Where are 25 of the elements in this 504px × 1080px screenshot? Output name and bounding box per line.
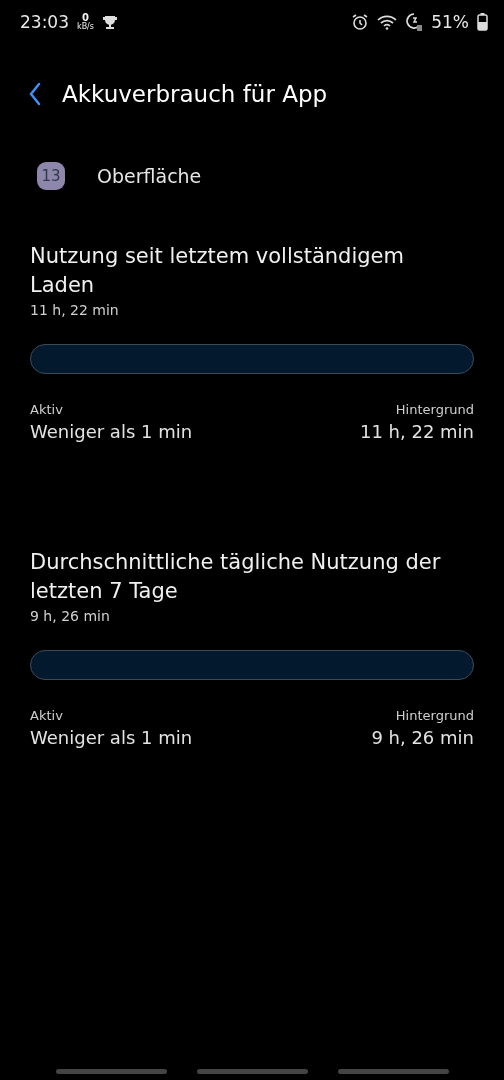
battery-icon [477, 13, 488, 31]
data-saver-icon [405, 12, 424, 32]
usage-label: Hintergrund [395, 708, 474, 723]
network-speed-value: 0 [82, 13, 89, 23]
battery-percentage: 51% [431, 12, 469, 32]
page-title: Akkuverbrauch für App [62, 81, 328, 107]
usage-value: Weniger als 1 min [30, 727, 193, 748]
network-speed-unit: kB/s [77, 23, 94, 31]
status-time: 23:03 [20, 12, 69, 32]
usage-value: 9 h, 26 min [371, 727, 474, 748]
app-icon: 13 [37, 162, 65, 190]
usage-label: Aktiv [30, 402, 63, 417]
wifi-icon [377, 14, 398, 30]
usage-total: 11 h, 22 min [30, 302, 120, 318]
section-title: Nutzung seit letztem vollständigem Laden [30, 243, 405, 299]
trophy-icon [102, 14, 118, 30]
alarm-icon [351, 13, 370, 31]
usage-total: 9 h, 26 min [30, 608, 111, 624]
usage-label: Hintergrund [395, 402, 474, 417]
back-button[interactable] [28, 82, 42, 106]
usage-value: Weniger als 1 min [30, 421, 193, 442]
usage-label: Aktiv [30, 708, 63, 723]
app-name: Oberfläche [97, 165, 202, 187]
usage-value: 11 h, 22 min [359, 421, 474, 442]
section-title: Durchschnittliche tägliche Nutzung der letzten 7 Tage [30, 549, 442, 605]
